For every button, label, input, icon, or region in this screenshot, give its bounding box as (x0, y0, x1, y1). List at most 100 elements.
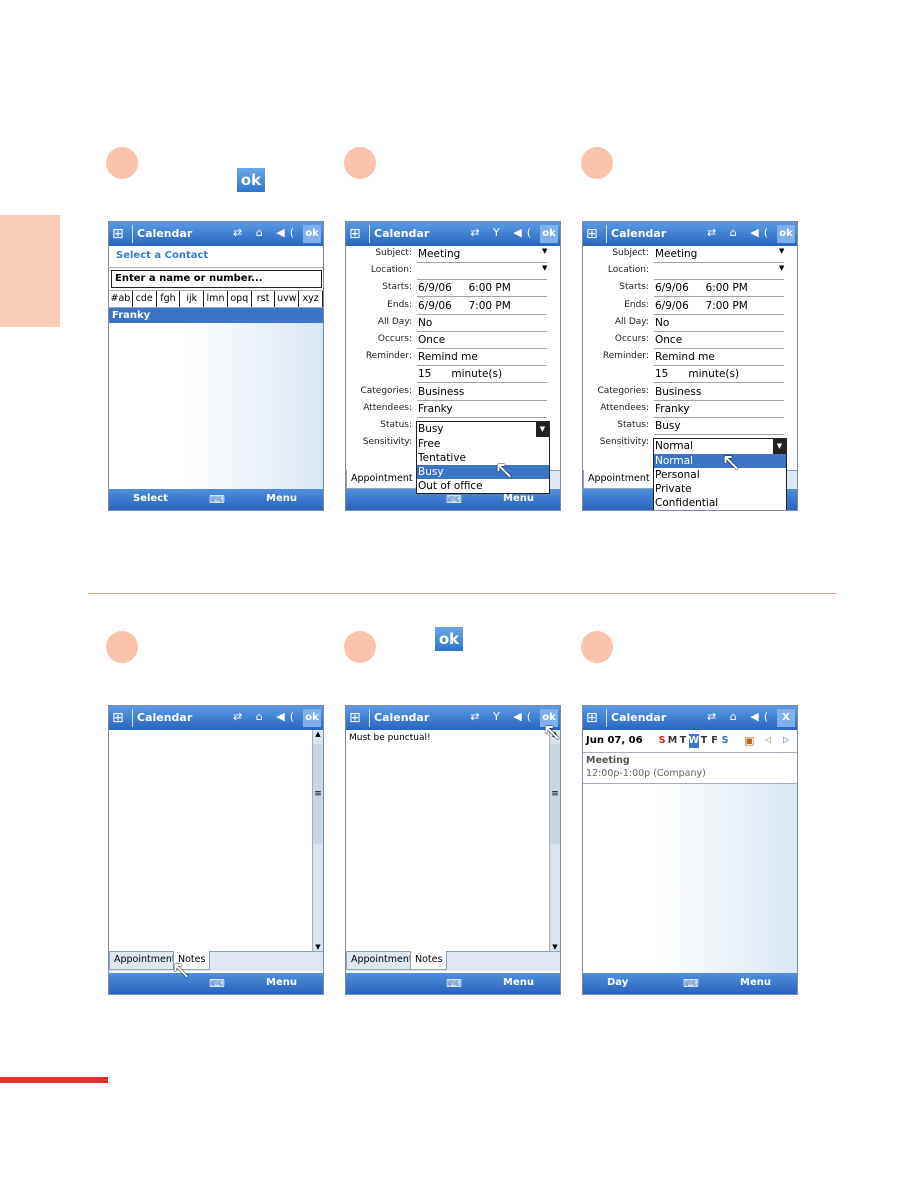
status-icons[interactable]: ⇄ Y ◀( (470, 226, 536, 239)
start-menu-icon[interactable]: ⊞ (112, 225, 130, 243)
today-icon[interactable]: ▣ (744, 734, 754, 747)
day-0[interactable]: S (657, 734, 667, 748)
scrollbar[interactable]: ▲ ≡ ▼ (312, 730, 323, 951)
field-value[interactable]: Remind me (654, 349, 784, 367)
field-value[interactable]: Once (654, 332, 784, 349)
tab-appointment[interactable]: Appointment (346, 470, 418, 489)
letter-filter-lmn[interactable]: lmn (204, 291, 228, 307)
letter-filter-uvw[interactable]: uvw (275, 291, 300, 307)
field-value[interactable]: 6/9/06 6:00 PM (417, 280, 547, 298)
dropdown-option[interactable]: Free (417, 437, 549, 451)
scroll-up-icon[interactable]: ▲ (313, 730, 323, 738)
dropdown-arrow-icon[interactable]: ▼ (542, 264, 547, 272)
start-menu-icon[interactable]: ⊞ (586, 225, 604, 243)
notes-text-area[interactable]: Must be punctual! (349, 733, 545, 951)
keyboard-icon[interactable]: ⌨ (446, 493, 462, 506)
field-value[interactable]: 15 minute(s) (654, 366, 784, 384)
status-icons[interactable]: ⇄ ⌂ ◀( (233, 226, 299, 239)
field-value[interactable]: Once (417, 332, 547, 349)
day-6[interactable]: S (720, 734, 730, 748)
day-2[interactable]: T (678, 734, 688, 748)
day-4[interactable]: T (699, 734, 709, 748)
dropdown-option[interactable]: Normal (654, 454, 786, 469)
status-icons[interactable]: ⇄ Y ◀( (470, 710, 536, 723)
field-value[interactable]: No (417, 315, 547, 332)
left-softkey[interactable]: Select (133, 493, 168, 504)
menu-softkey[interactable]: Menu (503, 977, 534, 988)
next-week-icon[interactable]: ▷ (783, 735, 789, 744)
ok-button[interactable]: ok (777, 225, 795, 243)
field-value[interactable]: 6/9/06 6:00 PM (654, 280, 784, 298)
letter-filter-opq[interactable]: opq (228, 291, 252, 307)
start-menu-icon[interactable]: ⊞ (349, 225, 367, 243)
field-value[interactable]: 6/9/06 7:00 PM (654, 298, 784, 315)
start-menu-icon[interactable]: ⊞ (349, 709, 367, 727)
status-dropdown[interactable]: Busy ▼ Free Tentative Busy Out of office (416, 421, 550, 494)
field-value[interactable]: Franky (417, 401, 547, 418)
appointment-item[interactable]: Meeting 12:00p-1:00p (Company) (583, 753, 797, 784)
day-5[interactable]: F (710, 734, 720, 748)
field-value[interactable]: 6/9/06 7:00 PM (417, 298, 547, 315)
start-menu-icon[interactable]: ⊞ (112, 709, 130, 727)
dropdown-selected[interactable]: Busy ▼ (417, 422, 549, 437)
close-button[interactable]: X (777, 709, 795, 727)
letter-filter-ijk[interactable]: ijk (180, 291, 205, 307)
scrollbar[interactable]: ▲ ≡ ▼ (549, 730, 560, 951)
status-icons[interactable]: ⇄ ⌂ ◀( (707, 710, 773, 723)
day-3[interactable]: W (688, 734, 699, 748)
tab-appointment[interactable]: Appointment (583, 470, 655, 489)
tab-notes[interactable]: Notes (410, 951, 448, 970)
dropdown-option[interactable]: Out of office (417, 479, 549, 493)
letter-filter-cde[interactable]: cde (133, 291, 157, 307)
tab-appointment[interactable]: Appointment (109, 951, 181, 970)
field-value[interactable] (417, 263, 547, 281)
field-value[interactable]: Busy (654, 418, 784, 435)
ok-button[interactable]: ok (303, 709, 321, 727)
field-value[interactable]: Meeting (417, 246, 547, 263)
dropdown-option[interactable]: Confidential (654, 496, 786, 510)
contact-search-input[interactable]: Enter a name or number... (111, 270, 322, 288)
menu-softkey[interactable]: Menu (740, 977, 771, 988)
left-softkey[interactable]: Day (607, 977, 628, 988)
letter-filter-#ab[interactable]: #ab (109, 291, 133, 307)
dropdown-arrow-icon[interactable]: ▼ (542, 247, 547, 255)
scroll-down-icon[interactable]: ▼ (550, 943, 560, 951)
start-menu-icon[interactable]: ⊞ (586, 709, 604, 727)
dropdown-selected[interactable]: Normal ▼ (654, 439, 786, 455)
date-label[interactable]: Jun 07, 06 (586, 735, 643, 746)
menu-softkey[interactable]: Menu (266, 977, 297, 988)
menu-softkey[interactable]: Menu (503, 493, 534, 504)
letter-filter-xyz[interactable]: xyz (299, 291, 323, 307)
menu-softkey[interactable]: Menu (266, 493, 297, 504)
field-value[interactable]: No (654, 315, 784, 332)
scroll-down-icon[interactable]: ▼ (313, 943, 323, 951)
contact-list-item[interactable]: Franky (109, 308, 323, 323)
keyboard-icon[interactable]: ⌨ (209, 493, 225, 506)
notes-text-area[interactable] (112, 733, 308, 951)
sensitivity-dropdown[interactable]: Normal ▼ Normal Personal Private Confidential (653, 438, 787, 510)
dropdown-arrow-icon[interactable]: ▼ (779, 264, 784, 272)
ok-button[interactable]: ok (540, 225, 558, 243)
field-value[interactable]: Business (654, 384, 784, 401)
status-icons[interactable]: ⇄ ⌂ ◀( (707, 226, 773, 239)
letter-filter-fgh[interactable]: fgh (157, 291, 181, 307)
dropdown-option[interactable]: Personal (654, 468, 786, 482)
field-value[interactable]: Remind me (417, 349, 547, 367)
dropdown-option[interactable]: Private (654, 482, 786, 496)
field-value[interactable] (654, 263, 784, 281)
scroll-thumb[interactable]: ≡ (550, 744, 560, 844)
field-value[interactable]: Business (417, 384, 547, 401)
previous-week-icon[interactable]: ◁ (765, 735, 771, 744)
field-value[interactable]: Franky (654, 401, 784, 418)
tab-appointment[interactable]: Appointment (346, 951, 418, 970)
status-icons[interactable]: ⇄ ⌂ ◀( (233, 710, 299, 723)
dropdown-option[interactable]: Busy (417, 465, 549, 479)
letter-filter-rst[interactable]: rst (252, 291, 276, 307)
keyboard-icon[interactable]: ⌨ (446, 977, 462, 990)
dropdown-arrow-icon[interactable]: ▼ (779, 247, 784, 255)
scroll-thumb[interactable]: ≡ (313, 744, 323, 844)
day-1[interactable]: M (668, 734, 678, 748)
dropdown-arrow-icon[interactable]: ▼ (536, 422, 549, 437)
keyboard-icon[interactable]: ⌨ (683, 977, 699, 990)
ok-button[interactable]: ok (303, 225, 321, 243)
